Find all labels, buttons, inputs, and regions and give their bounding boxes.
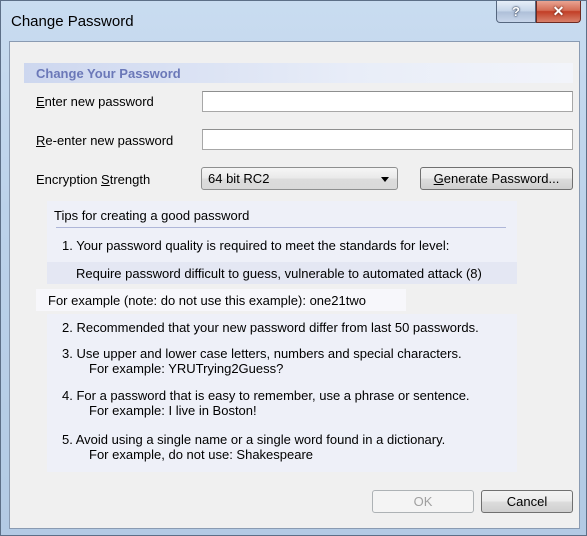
encryption-strength-value: 64 bit RC2 — [208, 171, 270, 186]
tip-1-level: Require password difficult to guess, vul… — [76, 266, 482, 281]
tip-1: 1. Your password quality is required to … — [62, 238, 450, 253]
section-header: Change Your Password — [36, 66, 181, 81]
encryption-strength-select[interactable]: 64 bit RC2 — [201, 167, 398, 190]
tip-4-example: For example: I live in Boston! — [89, 403, 257, 418]
generate-password-button[interactable]: Generate Password... — [420, 167, 573, 190]
question-mark-icon: ? — [512, 4, 520, 19]
close-icon: ✕ — [552, 3, 565, 19]
new-password-input[interactable] — [202, 91, 573, 112]
tips-heading: Tips for creating a good password — [54, 208, 250, 223]
close-button[interactable]: ✕ — [536, 1, 581, 23]
encryption-strength-label: Encryption Strength — [36, 172, 151, 187]
title-bar[interactable]: Change Password ? ✕ — [1, 1, 586, 41]
tip-4: 4. For a password that is easy to rememb… — [62, 388, 470, 403]
ok-button[interactable]: OK — [372, 490, 474, 513]
tips-divider — [56, 227, 506, 228]
tip-3: 3. Use upper and lower case letters, num… — [62, 346, 462, 361]
help-button[interactable]: ? — [496, 1, 536, 23]
window-title: Change Password — [11, 13, 134, 30]
chevron-down-icon — [381, 177, 389, 182]
tip-5: 5. Avoid using a single name or a single… — [62, 432, 446, 447]
reenter-password-label: Re-enter new password — [36, 133, 174, 148]
new-password-label: Enter new password — [36, 94, 154, 109]
tip-5-example: For example, do not use: Shakespeare — [89, 447, 314, 462]
example-line: For example (note: do not use this examp… — [48, 293, 366, 308]
reenter-password-input[interactable] — [202, 129, 573, 150]
tip-2: 2. Recommended that your new password di… — [62, 320, 479, 335]
cancel-button[interactable]: Cancel — [481, 490, 573, 513]
tip-3-example: For example: YRUTrying2Guess? — [89, 361, 284, 376]
